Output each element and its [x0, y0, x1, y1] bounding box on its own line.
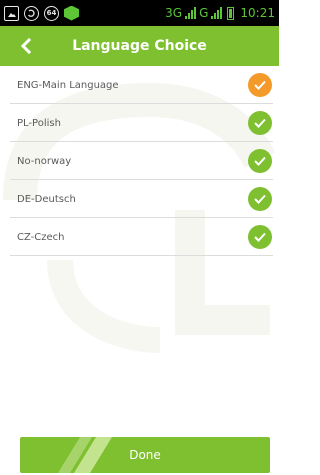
status-left-icons: 64 — [4, 5, 79, 21]
done-button-label: Done — [129, 448, 161, 462]
language-item-eng[interactable]: ENG-Main Language — [0, 66, 279, 104]
status-clock: 10:21 — [240, 6, 275, 20]
language-label: DE-Deutsch — [17, 193, 76, 205]
check-icon[interactable] — [248, 111, 272, 135]
language-item-cz[interactable]: CZ-Czech — [0, 218, 279, 256]
language-label: CZ-Czech — [17, 231, 65, 243]
signal-icon-2 — [211, 7, 223, 19]
check-icon[interactable] — [248, 225, 272, 249]
check-icon[interactable] — [248, 73, 272, 97]
sync-icon — [24, 5, 39, 21]
screen: 64 3G G 10:21 Language Choice ENG-Main L… — [0, 0, 279, 475]
status-right: 3G G 10:21 — [165, 6, 275, 20]
badge-64-icon: 64 — [44, 5, 59, 21]
app-header: Language Choice — [0, 26, 279, 66]
image-icon — [4, 5, 19, 21]
done-stripes-decoration — [58, 437, 112, 473]
language-label: No-norway — [17, 155, 72, 167]
status-bar: 64 3G G 10:21 — [0, 0, 279, 26]
green-app-icon — [64, 5, 79, 21]
back-button[interactable] — [14, 34, 38, 58]
network-type-text-2: G — [199, 6, 209, 20]
badge-64-text: 64 — [46, 9, 57, 17]
language-item-pl[interactable]: PL-Polish — [0, 104, 279, 142]
done-button[interactable]: Done — [20, 437, 270, 473]
network-type-text: 3G — [165, 6, 183, 20]
language-list: ENG-Main Language PL-Polish No-norway DE… — [0, 66, 279, 256]
language-item-no[interactable]: No-norway — [0, 142, 279, 180]
language-label: ENG-Main Language — [17, 79, 119, 91]
check-icon[interactable] — [248, 187, 272, 211]
check-icon[interactable] — [248, 149, 272, 173]
language-label: PL-Polish — [17, 117, 61, 129]
chevron-left-icon — [20, 38, 32, 54]
battery-icon — [227, 6, 235, 20]
signal-icon — [185, 7, 197, 19]
page-title: Language Choice — [72, 38, 207, 54]
language-item-de[interactable]: DE-Deutsch — [0, 180, 279, 218]
